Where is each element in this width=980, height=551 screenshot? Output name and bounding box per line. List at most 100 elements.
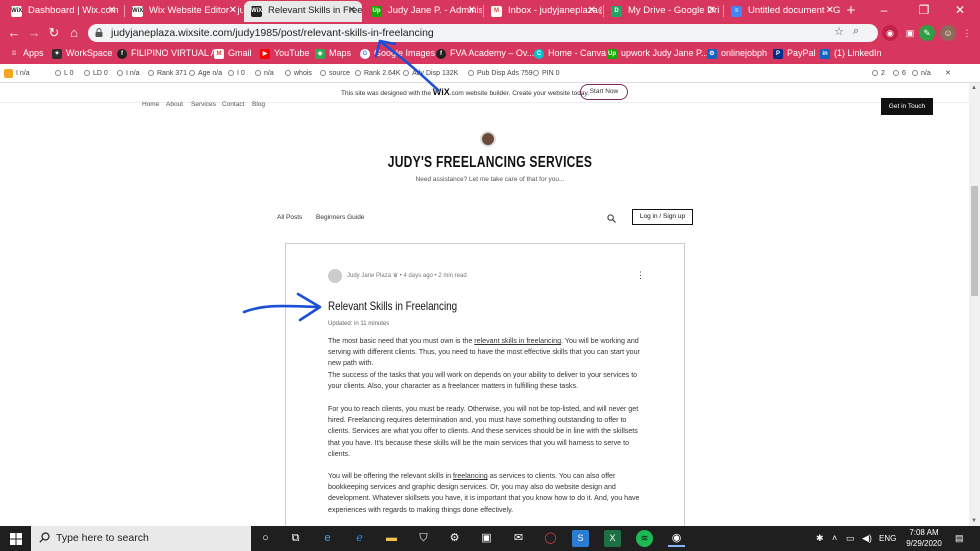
bookmark-linkedin[interactable]: in (1) LinkedIn — [820, 44, 882, 64]
camera-app-icon[interactable]: ▣ — [478, 530, 495, 547]
seo-metric[interactable]: L 0 — [55, 64, 73, 83]
bookmark-youtube[interactable]: ▶ YouTube — [260, 44, 309, 64]
bookmark-upwork[interactable]: Up upwork Judy Jane P... — [607, 44, 708, 64]
settings-gear-icon[interactable]: ⚙ — [446, 530, 463, 547]
upwork-extension-icon[interactable]: ✎ — [919, 25, 935, 41]
home-button[interactable]: ⌂ — [65, 24, 83, 42]
forward-button[interactable]: → — [25, 24, 43, 42]
blog-nav-beginners-guide[interactable]: Beginners Guide — [316, 214, 364, 221]
excel-icon[interactable]: X — [604, 530, 621, 547]
new-tab-button[interactable]: + — [843, 3, 859, 19]
author-avatar[interactable] — [328, 269, 342, 283]
bookmark-canva[interactable]: C Home - Canva — [534, 44, 606, 64]
task-view-icon[interactable]: ⧉ — [287, 530, 304, 547]
bookmark-filipino-va[interactable]: f FILIPINO VIRTUAL A... — [117, 44, 224, 64]
nav-contact[interactable]: Contact — [222, 101, 244, 108]
app-icon[interactable]: ◯ — [542, 530, 559, 547]
tray-overflow-icon[interactable]: ˄ — [832, 526, 837, 551]
profile-avatar[interactable]: ☺ — [940, 25, 956, 41]
more-options-icon[interactable]: ⋮ — [636, 270, 645, 281]
close-icon[interactable]: ✕ — [108, 1, 116, 21]
cortana-icon[interactable]: ○ — [257, 530, 274, 547]
search-icon[interactable] — [607, 214, 616, 223]
close-icon[interactable]: ✕ — [945, 64, 951, 83]
seo-metric[interactable]: n/a — [912, 64, 931, 83]
seo-metric[interactable]: I n/a — [117, 64, 140, 83]
seo-metric[interactable]: Rank 2.64K — [355, 64, 401, 83]
seo-metric[interactable]: Adv Disp 132K — [403, 64, 458, 83]
nav-blog[interactable]: Blog — [252, 101, 265, 108]
seo-source[interactable]: source — [320, 64, 350, 83]
page-scrollbar[interactable]: ▲ ▼ — [969, 83, 980, 526]
author-name[interactable]: Judy Jane Plaza — [347, 273, 391, 279]
edge-icon[interactable]: e — [319, 530, 336, 547]
scroll-up-icon[interactable]: ▲ — [971, 85, 977, 91]
tab-upwork[interactable]: Up Judy Jane P. - Administ ✕ — [364, 1, 482, 22]
spotify-icon[interactable]: ≋ — [636, 530, 653, 547]
chrome-icon[interactable]: ◉ — [668, 530, 685, 547]
start-now-button[interactable]: Start Now — [580, 84, 628, 100]
seo-metric[interactable]: I 0 — [228, 64, 245, 83]
seo-metric[interactable]: I n/a — [4, 64, 30, 83]
address-bar[interactable]: judyjaneplaza.wixsite.com/judy1985/post/… — [88, 24, 878, 42]
blog-nav-all-posts[interactable]: All Posts — [277, 214, 302, 221]
taskbar-search[interactable]: Type here to search — [31, 526, 251, 551]
system-clock[interactable]: 7:08 AM 9/29/2020 — [900, 528, 948, 549]
word-icon[interactable]: S — [572, 530, 589, 547]
seo-metric[interactable]: 2 — [872, 64, 885, 83]
seo-metric[interactable]: Rank 371 — [148, 64, 187, 83]
get-in-touch-button[interactable]: Get in Touch — [881, 98, 933, 115]
maximize-button[interactable]: ❐ — [904, 0, 944, 22]
bookmark-fva-academy[interactable]: f FVA Academy – Ov... — [436, 44, 534, 64]
close-icon[interactable]: ✕ — [468, 1, 476, 21]
tab-wix-editor[interactable]: WiX Wix Website Editor - ju ✕ — [125, 1, 243, 22]
bookmark-workspace[interactable]: ✦ WorkSpace — [52, 44, 112, 64]
freelancing-link[interactable]: freelancing — [453, 472, 488, 480]
internet-explorer-icon[interactable]: ℯ — [351, 530, 368, 547]
language-indicator[interactable]: ENG — [879, 526, 896, 551]
menu-icon[interactable]: ⋮ — [959, 25, 975, 41]
bookmark-gmail[interactable]: M Gmail — [214, 44, 252, 64]
search-icon[interactable]: ⌕ — [853, 25, 859, 38]
close-icon[interactable]: ✕ — [588, 1, 596, 21]
tab-dashboard[interactable]: WiX Dashboard | Wix.com ✕ — [4, 1, 122, 22]
login-signup-button[interactable]: Log in / Sign up — [632, 209, 693, 225]
seo-metric[interactable]: Pub Disp Ads 759 — [468, 64, 533, 83]
tab-gmail-inbox[interactable]: M Inbox - judyjaneplaza@ ✕ — [484, 1, 602, 22]
reload-button[interactable]: ↻ — [45, 24, 63, 42]
seo-metric[interactable]: 6 — [893, 64, 906, 83]
network-icon[interactable]: ▭ — [846, 526, 855, 551]
scroll-down-icon[interactable]: ▼ — [971, 518, 977, 524]
close-window-button[interactable]: ✕ — [940, 0, 980, 22]
close-icon[interactable]: ✕ — [229, 1, 237, 21]
bookmark-paypal[interactable]: P PayPal — [773, 44, 816, 64]
site-logo[interactable] — [480, 131, 496, 147]
nav-services[interactable]: Services — [191, 101, 216, 108]
mail-icon[interactable]: ✉ — [510, 530, 527, 547]
file-explorer-icon[interactable]: ▬ — [383, 530, 400, 547]
scrollbar-thumb[interactable] — [971, 186, 978, 296]
nav-home[interactable]: Home — [142, 101, 159, 108]
bookmark-apps[interactable]: ⁞⁞ Apps — [9, 44, 44, 64]
back-button[interactable]: ← — [5, 24, 23, 42]
seo-metric[interactable]: LD 0 — [84, 64, 108, 83]
seo-metric[interactable]: PIN 0 — [533, 64, 560, 83]
close-icon[interactable]: ✕ — [826, 1, 834, 21]
tab-google-drive[interactable]: D My Drive - Google Dri ✕ — [604, 1, 722, 22]
extension-icon[interactable]: ◉ — [882, 25, 898, 41]
bookmark-maps[interactable]: ◆ Maps — [315, 44, 351, 64]
tab-relevant-skills[interactable]: WiX Relevant Skills in Freel ✕ — [244, 1, 362, 22]
minimize-button[interactable]: – — [864, 0, 904, 22]
seo-metric[interactable]: n/a — [255, 64, 274, 83]
close-icon[interactable]: ✕ — [708, 1, 716, 21]
windows-start-icon[interactable] — [10, 533, 22, 545]
notifications-icon[interactable]: ▤ — [955, 526, 964, 551]
seo-metric[interactable]: Age n/a — [189, 64, 222, 83]
extension-icon[interactable]: ▣ — [902, 25, 918, 41]
tab-google-doc[interactable]: ≡ Untitled document - G ✕ — [724, 1, 840, 22]
bluetooth-icon[interactable]: ✱ — [816, 526, 824, 551]
volume-icon[interactable]: ◀) — [862, 526, 872, 551]
close-icon[interactable]: ✕ — [348, 1, 356, 21]
bookmark-onlinejobph[interactable]: ⚙ onlinejobph — [707, 44, 767, 64]
bookmark-star-icon[interactable]: ☆ — [834, 25, 844, 38]
